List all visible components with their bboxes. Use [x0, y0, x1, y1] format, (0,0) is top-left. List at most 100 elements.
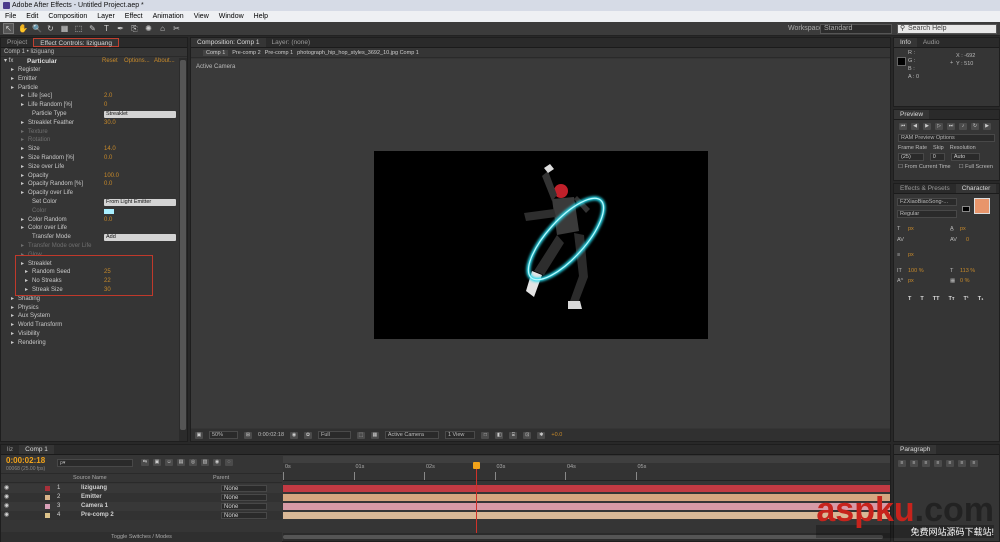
font-style-select[interactable]: Regular — [897, 210, 957, 218]
tab-info[interactable]: Info — [894, 38, 917, 47]
effect-row-color[interactable]: Color — [1, 207, 187, 216]
expand-triangle-icon[interactable]: ▸ — [21, 172, 24, 181]
layer-name[interactable]: Emitter — [81, 493, 102, 502]
effect-row-shading[interactable]: ▸ Shading — [1, 295, 187, 304]
comp-viewer[interactable]: Active Camera — [191, 59, 890, 428]
effect-row-opacity-random[interactable]: ▸ Opacity Random [%] 0.0 — [1, 180, 187, 189]
visibility-eye-icon[interactable]: ◉ — [4, 493, 9, 502]
parent-select[interactable]: None — [221, 512, 267, 519]
effect-row-select[interactable]: Streaklet — [104, 111, 176, 118]
options-link[interactable]: Options... — [124, 57, 150, 66]
effect-row-value[interactable]: 14.0 — [104, 145, 116, 154]
stroke-width-value[interactable]: px — [908, 252, 914, 258]
menu-composition[interactable]: Composition — [48, 13, 87, 20]
effect-row-value[interactable]: 0 — [104, 101, 107, 110]
expand-triangle-icon[interactable]: ▸ — [21, 145, 24, 154]
effect-row-value[interactable]: 0.0 — [104, 180, 112, 189]
next-frame-icon[interactable]: ▷ — [935, 123, 943, 130]
current-time[interactable]: 0:00:02:18 — [258, 432, 284, 438]
transparency-grid-icon[interactable]: ▦ — [370, 431, 379, 439]
effect-row-value[interactable]: 0.0 — [104, 154, 112, 163]
expand-triangle-icon[interactable]: ▸ — [21, 242, 24, 251]
tab-project[interactable]: Project — [1, 38, 33, 47]
baseline-value[interactable]: px — [908, 278, 914, 284]
camera-select[interactable]: Active Camera — [384, 431, 439, 439]
tab-preview[interactable]: Preview — [894, 110, 930, 119]
pan-behind-tool-icon[interactable]: ⬚ — [74, 24, 83, 33]
timeline-search-input[interactable]: ρ▾ — [57, 459, 133, 467]
draft-3d-icon[interactable]: ▣ — [153, 459, 161, 466]
vertical-scale-value[interactable]: 100 % — [908, 268, 924, 274]
menu-layer[interactable]: Layer — [97, 13, 115, 20]
label-color-swatch[interactable] — [45, 504, 50, 509]
font-size-value[interactable]: px — [908, 226, 914, 232]
layer-duration-bar[interactable] — [283, 494, 890, 501]
effect-row-physics[interactable]: ▸ Physics — [1, 304, 187, 313]
layer-duration-bar[interactable] — [283, 485, 890, 492]
loop-icon[interactable]: ↻ — [971, 123, 979, 130]
subscript-icon[interactable]: T₁ — [978, 296, 984, 302]
effect-row-size-over-life[interactable]: ▸ Size over Life — [1, 163, 187, 172]
comp-mini-flowchart-icon[interactable]: ⇆ — [141, 459, 149, 466]
prev-frame-icon[interactable]: ◀ — [911, 123, 919, 130]
timeline-current-time[interactable]: 0:00:02:18 — [6, 456, 45, 465]
tracking-value[interactable]: 0 — [966, 237, 969, 243]
effect-row-transfer-mode-over-life[interactable]: ▸ Transfer Mode over Life — [1, 242, 187, 251]
effect-row-select[interactable]: Add — [104, 234, 176, 242]
always-preview-icon[interactable]: ▣ — [195, 431, 203, 439]
pen-tool-icon[interactable]: ✒ — [116, 24, 125, 33]
effect-row-value[interactable]: 30.0 — [104, 119, 116, 128]
effect-row-select[interactable]: From Light Emitter — [104, 199, 176, 206]
clone-stamp-tool-icon[interactable]: ⎘ — [130, 24, 139, 33]
quality-select[interactable]: Full — [318, 431, 351, 439]
menu-file[interactable]: File — [5, 13, 16, 20]
audio-icon[interactable]: ♪ — [959, 123, 967, 130]
align-right-icon[interactable]: ≡ — [922, 460, 930, 467]
effect-row-value[interactable]: 2.0 — [104, 92, 112, 101]
expand-triangle-icon[interactable]: ▸ — [11, 330, 14, 339]
expand-triangle-icon[interactable]: ▸ — [21, 163, 24, 172]
expand-triangle-icon[interactable]: ▸ — [21, 224, 24, 233]
effect-row-life-sec[interactable]: ▸ Life [sec] 2.0 — [1, 92, 187, 101]
skip-select[interactable]: 0 — [929, 153, 945, 161]
brainstorm-icon[interactable]: ▥ — [201, 459, 209, 466]
layer-row[interactable]: ◉ 3 Camera 1 None — [1, 502, 282, 511]
zoom-select[interactable]: 50% — [209, 431, 239, 439]
effect-row-register[interactable]: ▸ Register — [1, 66, 187, 75]
align-left-icon[interactable]: ≡ — [898, 460, 906, 467]
layer-name[interactable]: liziguang — [81, 484, 107, 493]
effect-row-size-random[interactable]: ▸ Size Random [%] 0.0 — [1, 154, 187, 163]
justify-left-icon[interactable]: ≡ — [934, 460, 942, 467]
label-color-swatch[interactable] — [45, 486, 50, 491]
ram-preview-icon[interactable]: ▶ — [983, 123, 991, 130]
expand-triangle-icon[interactable]: ▸ — [11, 312, 14, 321]
faux-italic-icon[interactable]: T — [920, 296, 923, 302]
expand-triangle-icon[interactable]: ▸ — [21, 216, 24, 225]
small-caps-icon[interactable]: Tт — [948, 296, 954, 302]
motion-blur-icon[interactable]: ◎ — [189, 459, 197, 466]
auto-keyframe-icon[interactable]: ◌ — [225, 459, 233, 466]
horizontal-scale-value[interactable]: 113 % — [960, 268, 975, 274]
first-frame-icon[interactable]: ⏮ — [899, 123, 907, 130]
tab-composition[interactable]: Composition: Comp 1 — [191, 38, 266, 47]
effect-row-visibility[interactable]: ▸ Visibility — [1, 330, 187, 339]
region-of-interest-icon[interactable]: ⬚ — [356, 431, 365, 439]
camera-tool-icon[interactable]: ▦ — [60, 24, 69, 33]
effect-row-value[interactable]: 100.0 — [104, 172, 119, 181]
menu-edit[interactable]: Edit — [26, 13, 38, 20]
menu-animation[interactable]: Animation — [153, 13, 184, 20]
tab-effect-controls[interactable]: Effect Controls: liziguang — [33, 38, 120, 47]
last-frame-icon[interactable]: ⏭ — [947, 123, 955, 130]
expand-triangle-icon[interactable]: ▸ — [11, 321, 14, 330]
effect-row-texture[interactable]: ▸ Texture — [1, 128, 187, 137]
font-family-select[interactable]: FZXiaoBiaoSong-... — [897, 198, 957, 206]
frame-blending-icon[interactable]: ▤ — [177, 459, 185, 466]
type-tool-icon[interactable]: T — [102, 24, 111, 33]
search-help-input[interactable]: ⚲ Search Help — [897, 24, 997, 34]
expand-triangle-icon[interactable]: ▸ — [11, 66, 14, 75]
align-center-icon[interactable]: ≡ — [910, 460, 918, 467]
ram-preview-select[interactable]: RAM Preview Options — [898, 134, 995, 142]
tsume-value[interactable]: 0 % — [960, 278, 969, 284]
effect-row-size[interactable]: ▸ Size 14.0 — [1, 145, 187, 154]
leading-value[interactable]: px — [960, 226, 966, 232]
